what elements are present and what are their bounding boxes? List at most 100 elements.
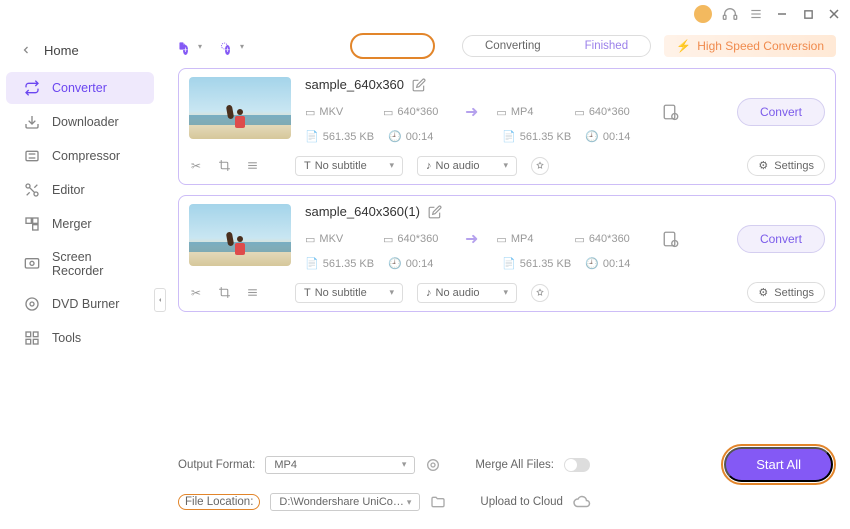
minimize-button[interactable] bbox=[774, 6, 790, 22]
src-dur: 00:14 bbox=[406, 258, 434, 270]
sidebar-item-label: Downloader bbox=[52, 115, 119, 129]
sidebar-item-screen-recorder[interactable]: Screen Recorder bbox=[6, 242, 154, 286]
audio-select[interactable]: ♪No audio▾ bbox=[417, 156, 517, 176]
sidebar-item-label: Tools bbox=[52, 331, 81, 345]
sidebar-item-dvd-burner[interactable]: DVD Burner bbox=[6, 288, 154, 320]
sidebar-item-label: Merger bbox=[52, 217, 92, 231]
merger-icon bbox=[24, 216, 40, 232]
output-format-select[interactable]: MP4▾ bbox=[265, 456, 415, 474]
settings-button[interactable]: ⚙Settings bbox=[747, 282, 825, 303]
subtitle-select[interactable]: TNo subtitle▾ bbox=[295, 283, 403, 303]
start-all-button[interactable]: Start All bbox=[724, 447, 833, 482]
output-format-value: MP4 bbox=[274, 459, 297, 471]
sidebar-item-converter[interactable]: Converter bbox=[6, 72, 154, 104]
dst-size: 561.35 KB bbox=[520, 131, 571, 143]
convert-label: Convert bbox=[760, 105, 802, 119]
sidebar-item-label: Editor bbox=[52, 183, 85, 197]
tab-label: Converting bbox=[485, 40, 541, 52]
back-icon bbox=[18, 42, 34, 58]
file-location-value: D:\Wondershare UniConverter 1 bbox=[279, 496, 406, 508]
src-format: MKV bbox=[319, 106, 343, 118]
edit-name-icon[interactable] bbox=[428, 205, 442, 219]
convert-label: Convert bbox=[760, 232, 802, 246]
user-avatar[interactable] bbox=[694, 5, 712, 23]
chevron-down-icon: ▾ bbox=[503, 287, 508, 298]
src-size: 561.35 KB bbox=[323, 258, 374, 270]
format-settings-icon[interactable] bbox=[425, 457, 441, 473]
sidebar-item-label: Converter bbox=[52, 81, 107, 95]
menu-icon[interactable] bbox=[748, 6, 764, 22]
convert-button[interactable]: Convert bbox=[737, 225, 825, 253]
open-folder-icon[interactable] bbox=[430, 494, 446, 510]
support-headset-icon[interactable] bbox=[722, 6, 738, 22]
video-thumbnail[interactable] bbox=[189, 204, 291, 266]
sidebar-item-editor[interactable]: Editor bbox=[6, 174, 154, 206]
upload-cloud-label: Upload to Cloud bbox=[480, 496, 562, 508]
trim-icon[interactable]: ✂ bbox=[189, 159, 203, 173]
convert-button[interactable]: Convert bbox=[737, 98, 825, 126]
merge-toggle[interactable] bbox=[564, 458, 590, 472]
dst-format: MP4 bbox=[511, 106, 534, 118]
video-thumbnail[interactable] bbox=[189, 77, 291, 139]
subtitle-select[interactable]: TNo subtitle▾ bbox=[295, 156, 403, 176]
file-card: sample_640x360 ▭MKV ▭640*360 ➜ ▭MP4 ▭640… bbox=[178, 68, 836, 185]
sidebar-collapse-handle[interactable] bbox=[154, 288, 166, 312]
high-speed-conversion-button[interactable]: ⚡ High Speed Conversion bbox=[664, 35, 836, 57]
duration-icon: 🕘 bbox=[585, 130, 599, 143]
sidebar-item-merger[interactable]: Merger bbox=[6, 208, 154, 240]
info-icon[interactable] bbox=[531, 157, 549, 175]
src-size: 561.35 KB bbox=[323, 131, 374, 143]
dst-dur: 00:14 bbox=[603, 258, 631, 270]
more-icon[interactable] bbox=[245, 159, 259, 173]
editor-icon bbox=[24, 182, 40, 198]
cloud-icon[interactable] bbox=[573, 493, 591, 511]
dst-res: 640*360 bbox=[589, 106, 630, 118]
home-label: Home bbox=[44, 43, 79, 58]
output-format-label: Output Format: bbox=[178, 459, 255, 471]
add-url-button[interactable]: +▾ bbox=[220, 34, 244, 58]
chevron-down-icon: ▾ bbox=[407, 497, 412, 508]
close-button[interactable] bbox=[826, 6, 842, 22]
video-format-icon: ▭ bbox=[305, 233, 315, 246]
output-settings-icon[interactable] bbox=[662, 230, 680, 248]
chevron-down-icon: ▾ bbox=[503, 160, 508, 171]
tab-finished[interactable]: Finished bbox=[563, 36, 650, 56]
toolbar: +▾ +▾ Converting Finished ⚡ High Speed C… bbox=[178, 34, 836, 58]
chevron-down-icon: ▾ bbox=[389, 160, 394, 171]
file-card: sample_640x360(1) ▭MKV ▭640*360 ➜ ▭MP4 ▭… bbox=[178, 195, 836, 312]
src-res: 640*360 bbox=[397, 233, 438, 245]
info-icon[interactable] bbox=[531, 284, 549, 302]
filesize-icon: 📄 bbox=[502, 257, 516, 270]
sidebar-item-label: DVD Burner bbox=[52, 297, 119, 311]
crop-icon[interactable] bbox=[217, 159, 231, 173]
audio-value: No audio bbox=[436, 287, 480, 299]
sidebar-item-compressor[interactable]: Compressor bbox=[6, 140, 154, 172]
lightning-icon: ⚡ bbox=[676, 39, 691, 53]
status-tabs: Converting Finished bbox=[462, 35, 651, 57]
maximize-button[interactable] bbox=[800, 6, 816, 22]
output-settings-icon[interactable] bbox=[662, 103, 680, 121]
tab-converting[interactable]: Converting bbox=[463, 36, 563, 56]
sidebar-item-tools[interactable]: Tools bbox=[6, 322, 154, 354]
filesize-icon: 📄 bbox=[502, 130, 516, 143]
settings-button[interactable]: ⚙Settings bbox=[747, 155, 825, 176]
trim-icon[interactable]: ✂ bbox=[189, 286, 203, 300]
sidebar-item-downloader[interactable]: Downloader bbox=[6, 106, 154, 138]
add-file-button[interactable]: +▾ bbox=[178, 34, 202, 58]
audio-select[interactable]: ♪No audio▾ bbox=[417, 283, 517, 303]
more-icon[interactable] bbox=[245, 286, 259, 300]
edit-name-icon[interactable] bbox=[412, 78, 426, 92]
file-location-select[interactable]: D:\Wondershare UniConverter 1▾ bbox=[270, 493, 420, 511]
highlight-ring bbox=[350, 33, 435, 59]
filesize-icon: 📄 bbox=[305, 130, 319, 143]
subtitle-icon: T bbox=[304, 160, 311, 172]
arrow-right-icon: ➜ bbox=[465, 229, 478, 249]
src-format: MKV bbox=[319, 233, 343, 245]
dst-size: 561.35 KB bbox=[520, 258, 571, 270]
sidebar-home[interactable]: Home bbox=[0, 34, 160, 66]
tab-label: Finished bbox=[585, 40, 628, 52]
settings-label: Settings bbox=[774, 160, 814, 172]
crop-icon[interactable] bbox=[217, 286, 231, 300]
compressor-icon bbox=[24, 148, 40, 164]
dvd-burner-icon bbox=[24, 296, 40, 312]
